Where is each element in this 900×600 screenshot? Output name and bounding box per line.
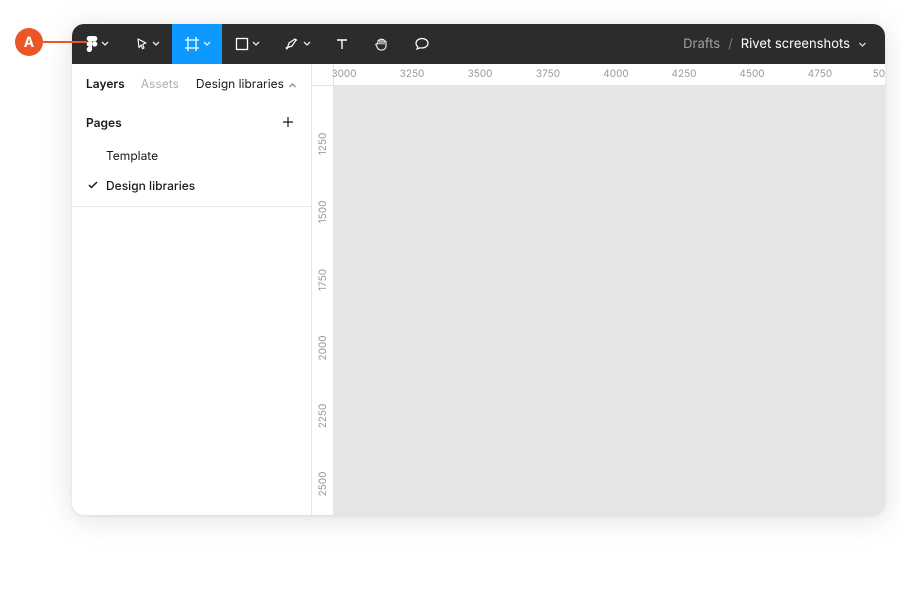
annotation-badge: A [15, 28, 43, 56]
ruler-tick: 3250 [400, 68, 425, 80]
ruler-tick: 4000 [603, 68, 628, 80]
page-row[interactable]: Design libraries [72, 170, 311, 200]
chevron-down-icon [303, 41, 311, 47]
chevron-up-icon [288, 76, 297, 91]
frame-icon [184, 36, 200, 52]
breadcrumb-current[interactable]: Rivet screenshots [741, 36, 850, 52]
breadcrumb-parent[interactable]: Drafts [683, 36, 720, 52]
ruler-vertical[interactable]: 1250 1500 1750 2000 2250 2500 [312, 86, 334, 515]
page-switcher[interactable]: Design libraries [196, 76, 297, 91]
add-page-button[interactable] [279, 113, 297, 131]
ruler-tick: 3750 [536, 68, 560, 80]
ruler-tick: 4250 [672, 68, 697, 80]
page-row[interactable]: Template [72, 140, 311, 170]
ruler-tick: 500 [873, 68, 885, 80]
cursor-icon [135, 37, 149, 51]
check-icon [88, 178, 98, 192]
hand-tool-button[interactable] [362, 24, 402, 64]
top-toolbar: Drafts / Rivet screenshots [72, 24, 885, 64]
ruler-tick: 3000 [331, 68, 356, 80]
rectangle-icon [235, 37, 249, 51]
page-switcher-label: Design libraries [196, 76, 284, 91]
figma-logo-icon [86, 36, 98, 52]
chevron-down-icon [152, 41, 160, 47]
ruler-tick: 3500 [468, 68, 493, 80]
comment-tool-button[interactable] [402, 24, 442, 64]
page-item-label: Design libraries [72, 170, 311, 200]
chevron-down-icon[interactable] [858, 36, 867, 52]
pages-section-header: Pages [72, 104, 311, 140]
plus-icon [282, 116, 294, 128]
ruler-tick: 1500 [317, 201, 329, 224]
shape-tool-button[interactable] [222, 24, 272, 64]
chevron-down-icon [203, 41, 211, 47]
comment-icon [414, 36, 430, 52]
ruler-tick: 1750 [317, 269, 329, 291]
page-item-label: Template [72, 140, 311, 170]
breadcrumb-separator: / [728, 36, 733, 52]
canvas[interactable] [334, 86, 885, 515]
ruler-tick: 1250 [317, 133, 329, 156]
pen-tool-button[interactable] [272, 24, 322, 64]
ruler-tick: 4500 [739, 68, 764, 80]
tab-assets[interactable]: Assets [141, 76, 179, 91]
app-window: Drafts / Rivet screenshots Layers Assets… [72, 24, 885, 515]
breadcrumb[interactable]: Drafts / Rivet screenshots [683, 24, 885, 64]
ruler-tick: 2000 [317, 335, 329, 360]
move-tool-button[interactable] [122, 24, 172, 64]
annotation-line [43, 41, 87, 43]
sidebar-divider [72, 206, 311, 207]
canvas-area: 3000 3250 3500 3750 4000 4250 4500 4750 … [312, 64, 885, 515]
text-icon [335, 37, 349, 51]
hand-icon [374, 36, 390, 52]
tab-layers[interactable]: Layers [86, 76, 125, 91]
ruler-horizontal[interactable]: 3000 3250 3500 3750 4000 4250 4500 4750 … [334, 64, 885, 86]
pages-section-label: Pages [86, 115, 122, 130]
ruler-tick: 2250 [317, 404, 329, 429]
left-sidebar: Layers Assets Design libraries Pages Tem… [72, 64, 312, 515]
ruler-tick: 4750 [808, 68, 832, 80]
chevron-down-icon [101, 41, 109, 47]
frame-tool-button[interactable] [172, 24, 222, 64]
pen-icon [284, 36, 300, 52]
annotation-marker: A [15, 28, 87, 56]
sidebar-tabs: Layers Assets Design libraries [72, 64, 311, 104]
chevron-down-icon [252, 41, 260, 47]
text-tool-button[interactable] [322, 24, 362, 64]
ruler-tick: 2500 [317, 472, 329, 497]
